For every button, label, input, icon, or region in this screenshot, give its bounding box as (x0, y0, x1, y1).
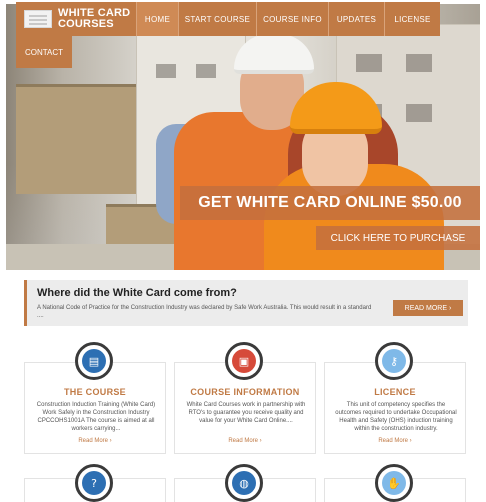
question-icon: ? (75, 464, 113, 502)
card-link-label: Read More (228, 438, 258, 444)
read-more-label: READ MORE (404, 304, 448, 312)
hero-headline[interactable]: GET WHITE CARD ONLINE $50.00 (180, 186, 480, 220)
monitor-icon: ▣ (225, 342, 263, 380)
id-card-icon: ▤ (75, 342, 113, 380)
nav-course-info[interactable]: COURSE INFO (256, 2, 328, 36)
card-title: THE COURSE (63, 387, 126, 397)
nav-start-course[interactable]: START COURSE (178, 2, 256, 36)
building-window (406, 104, 432, 122)
nav-home[interactable]: HOME (136, 2, 178, 36)
chevron-right-icon: › (109, 438, 112, 444)
card-link-label: Read More (78, 438, 108, 444)
info-title: Where did the White Card come from? (37, 287, 237, 299)
nav-contact[interactable]: CONTACT (16, 36, 72, 68)
card-title: LICENCE (374, 387, 416, 397)
site-logo[interactable]: WHITE CARD COURSES (16, 2, 136, 36)
card-read-more-link[interactable]: Read More › (325, 438, 465, 444)
purchase-button[interactable]: CLICK HERE TO PURCHASE (316, 226, 480, 250)
chevron-right-icon: › (259, 438, 262, 444)
handshake-icon: ✋ (375, 464, 413, 502)
info-text: A National Code of Practice for the Cons… (37, 305, 372, 319)
logo-text: WHITE CARD COURSES (58, 8, 130, 30)
card-title: COURSE INFORMATION (190, 387, 300, 397)
nav-updates[interactable]: UPDATES (328, 2, 384, 36)
white-card-icon (24, 10, 52, 28)
key-icon: ⚷ (375, 342, 413, 380)
card-text: White Card Courses work in partnership w… (186, 402, 306, 424)
card-read-more-link[interactable]: Read More › (25, 438, 165, 444)
info-panel: Where did the White Card come from? A Na… (24, 280, 468, 326)
pallet-stack (16, 84, 136, 194)
logo-line-2: COURSES (58, 18, 114, 30)
chevron-right-icon: › (449, 304, 452, 312)
card-read-more-link[interactable]: Read More › (175, 438, 315, 444)
card-text: Construction Induction Training (White C… (36, 402, 156, 432)
card-link-label: Read More (378, 438, 408, 444)
chevron-right-icon: › (409, 438, 412, 444)
globe-icon: ◍ (225, 464, 263, 502)
card-text: This unit of competency specifies the ou… (335, 402, 457, 432)
nav-license[interactable]: LICENSE (384, 2, 440, 36)
read-more-button[interactable]: READ MORE › (393, 300, 463, 316)
main-navigation: WHITE CARD COURSES HOME START COURSE COU… (16, 2, 440, 68)
